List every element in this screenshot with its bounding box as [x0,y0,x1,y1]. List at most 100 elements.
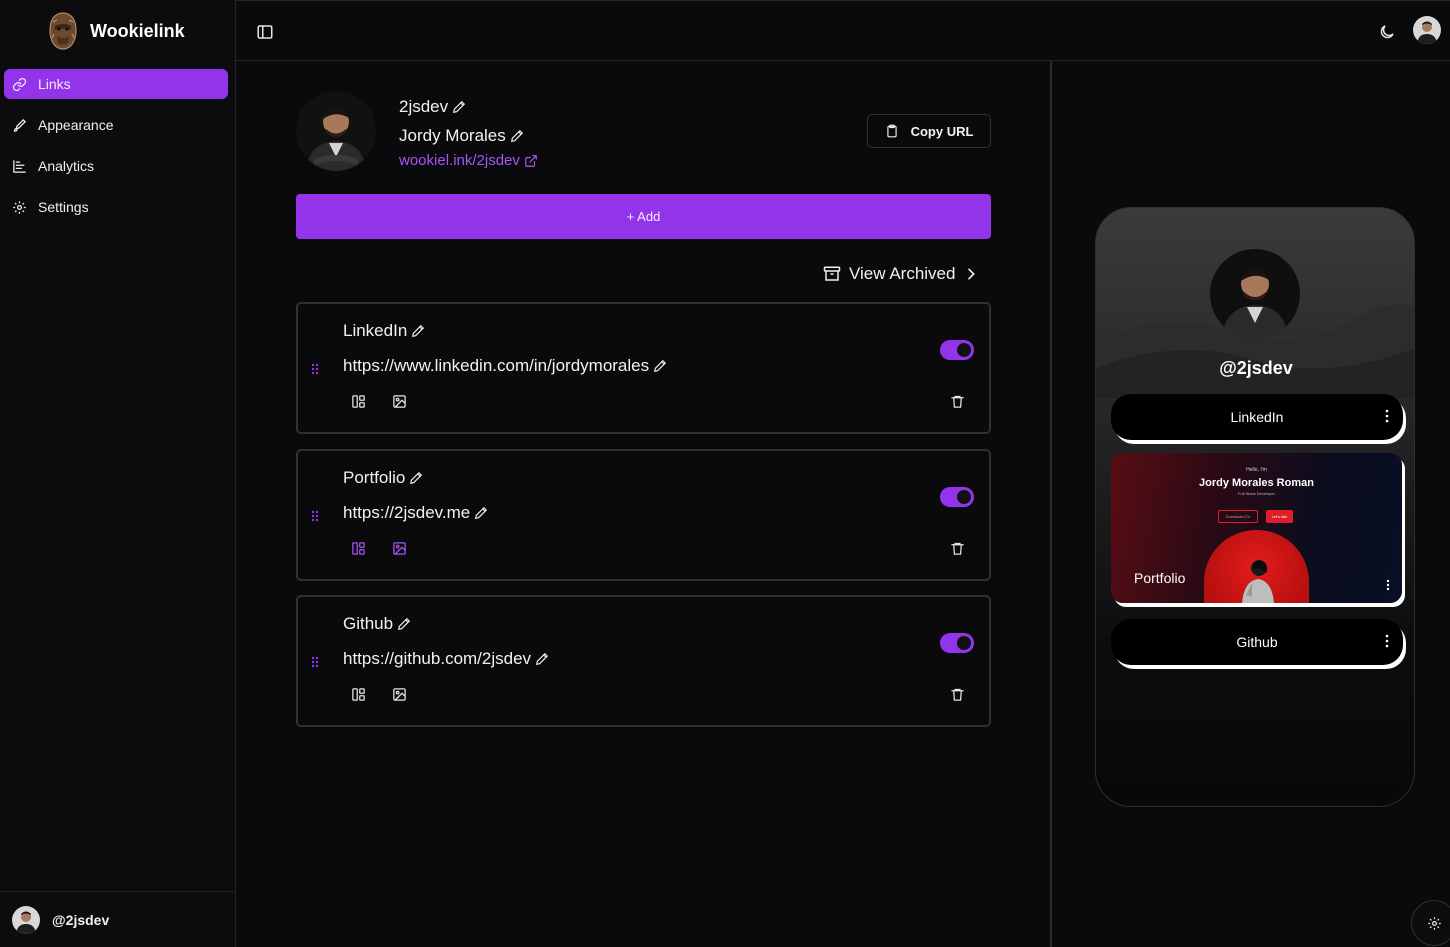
preview-link-label: Github [1236,634,1278,650]
portfolio-cv-button: Download CV [1218,510,1258,523]
add-link-button[interactable]: + Add [296,194,991,239]
link-title-row[interactable]: LinkedIn [343,321,425,341]
link-card: Portfolio https://2jsdev.me [296,449,991,581]
pencil-icon[interactable] [510,129,524,143]
gear-icon [13,200,26,214]
portfolio-name: Jordy Morales Roman [1199,477,1314,489]
trash-icon[interactable] [950,394,965,409]
brand[interactable]: Wookielink [48,12,185,50]
links-editor: 2jsdev Jordy Morales wookiel.ink/2jsdev … [236,61,1052,947]
more-vertical-icon[interactable] [1385,409,1389,423]
image-icon[interactable] [392,541,407,556]
link-url-row[interactable]: https://2jsdev.me [343,503,488,523]
sidebar-item-settings[interactable]: Settings [4,192,228,222]
copy-url-button[interactable]: Copy URL [867,114,991,148]
link-url-row[interactable]: https://www.linkedin.com/in/jordymorales [343,356,667,376]
sidebar-item-analytics[interactable]: Analytics [4,151,228,181]
avatar-image [1413,16,1441,44]
pencil-icon[interactable] [535,652,549,666]
preview-link-card[interactable]: Hello, I'm Jordy Morales Roman Full Stac… [1111,453,1402,603]
sidebar-item-label: Links [38,76,71,92]
profile-url: wookiel.ink/2jsdev [399,152,520,169]
link-url-row[interactable]: https://github.com/2jsdev [343,649,549,669]
portfolio-talk-button: Let's talk [1266,510,1293,523]
sidebar-username: @2jsdev [52,911,110,928]
image-icon[interactable] [392,687,407,702]
portfolio-hello: Hello, I'm [1246,467,1267,473]
link-tools [351,394,407,409]
phone-preview: @2jsdev LinkedIn Hello, I'm Jordy Morale… [1095,207,1415,807]
preview-link-label: Portfolio [1134,570,1186,586]
pencil-icon[interactable] [409,471,423,485]
link-enabled-toggle[interactable] [940,340,974,360]
link-enabled-toggle[interactable] [940,487,974,507]
clipboard-icon [886,124,897,138]
profile-url-link[interactable]: wookiel.ink/2jsdev [399,152,538,169]
full-name: Jordy Morales [399,126,506,145]
image-icon[interactable] [392,394,407,409]
chart-icon [13,159,26,173]
user-avatar-button[interactable] [1413,16,1441,44]
pencil-icon[interactable] [411,324,425,338]
view-archived-label: View Archived [849,264,956,283]
link-tools [351,687,407,702]
link-title: Portfolio [343,468,406,487]
avatar-image [12,905,40,934]
brush-icon [13,118,27,132]
topbar [236,0,1450,61]
sidebar-item-label: Appearance [38,117,114,133]
pencil-icon[interactable] [474,506,488,520]
link-url: https://www.linkedin.com/in/jordymorales [343,356,650,375]
layout-icon[interactable] [351,394,366,409]
drag-handle-icon[interactable] [311,656,319,668]
preview-link-button[interactable]: LinkedIn [1111,394,1403,440]
archive-icon [823,266,841,281]
pencil-icon[interactable] [397,617,411,631]
pencil-icon[interactable] [452,100,466,114]
gear-icon [1428,916,1441,930]
profile-avatar[interactable] [296,91,376,171]
sidebar-item-label: Settings [38,199,89,215]
link-card: LinkedIn https://www.linkedin.com/in/jor… [296,302,991,434]
external-link-icon [525,154,537,167]
view-archived-link[interactable]: View Archived [823,264,979,284]
layout-icon[interactable] [351,687,366,702]
sidebar-nav: Links Appearance Analytics Settings [4,69,228,233]
link-card: Github https://github.com/2jsdev [296,595,991,727]
portfolio-role: Full Stack Developer [1238,491,1275,496]
more-vertical-icon[interactable] [1385,634,1389,648]
layout-icon[interactable] [351,541,366,556]
link-enabled-toggle[interactable] [940,633,974,653]
profile-info: 2jsdev Jordy Morales wookiel.ink/2jsdev [399,95,538,169]
link-title-row[interactable]: Portfolio [343,468,423,488]
sidebar: Wookielink Links Appearance Analytics Se… [0,0,236,947]
moon-icon[interactable] [1378,23,1396,41]
more-vertical-icon[interactable] [1386,579,1390,591]
trash-icon[interactable] [950,541,965,556]
fullname-row[interactable]: Jordy Morales [399,121,538,151]
app-name: Wookielink [90,20,185,41]
portfolio-person-image [1242,560,1274,603]
link-title-row[interactable]: Github [343,614,411,634]
link-title: Github [343,614,394,633]
preview-avatar [1210,249,1300,339]
pencil-icon[interactable] [653,359,667,373]
preview-link-button[interactable]: Github [1111,619,1403,665]
link-url: https://github.com/2jsdev [343,649,532,668]
preview-handle: @2jsdev [1219,358,1293,378]
sidebar-item-appearance[interactable]: Appearance [4,110,228,140]
trash-icon[interactable] [950,687,965,702]
username-row[interactable]: 2jsdev [399,95,538,119]
sidebar-item-links[interactable]: Links [4,69,228,99]
sidebar-toggle-icon[interactable] [256,23,274,41]
preview-link-label: LinkedIn [1230,409,1284,425]
sidebar-user[interactable]: @2jsdev [0,891,235,947]
settings-fab[interactable] [1411,900,1450,946]
username: 2jsdev [399,97,449,116]
drag-handle-icon[interactable] [311,363,319,375]
avatar-image [1210,249,1300,339]
drag-handle-icon[interactable] [311,510,319,522]
avatar-image [296,91,376,171]
chevron-right-icon [968,268,976,280]
link-tools [351,541,407,556]
